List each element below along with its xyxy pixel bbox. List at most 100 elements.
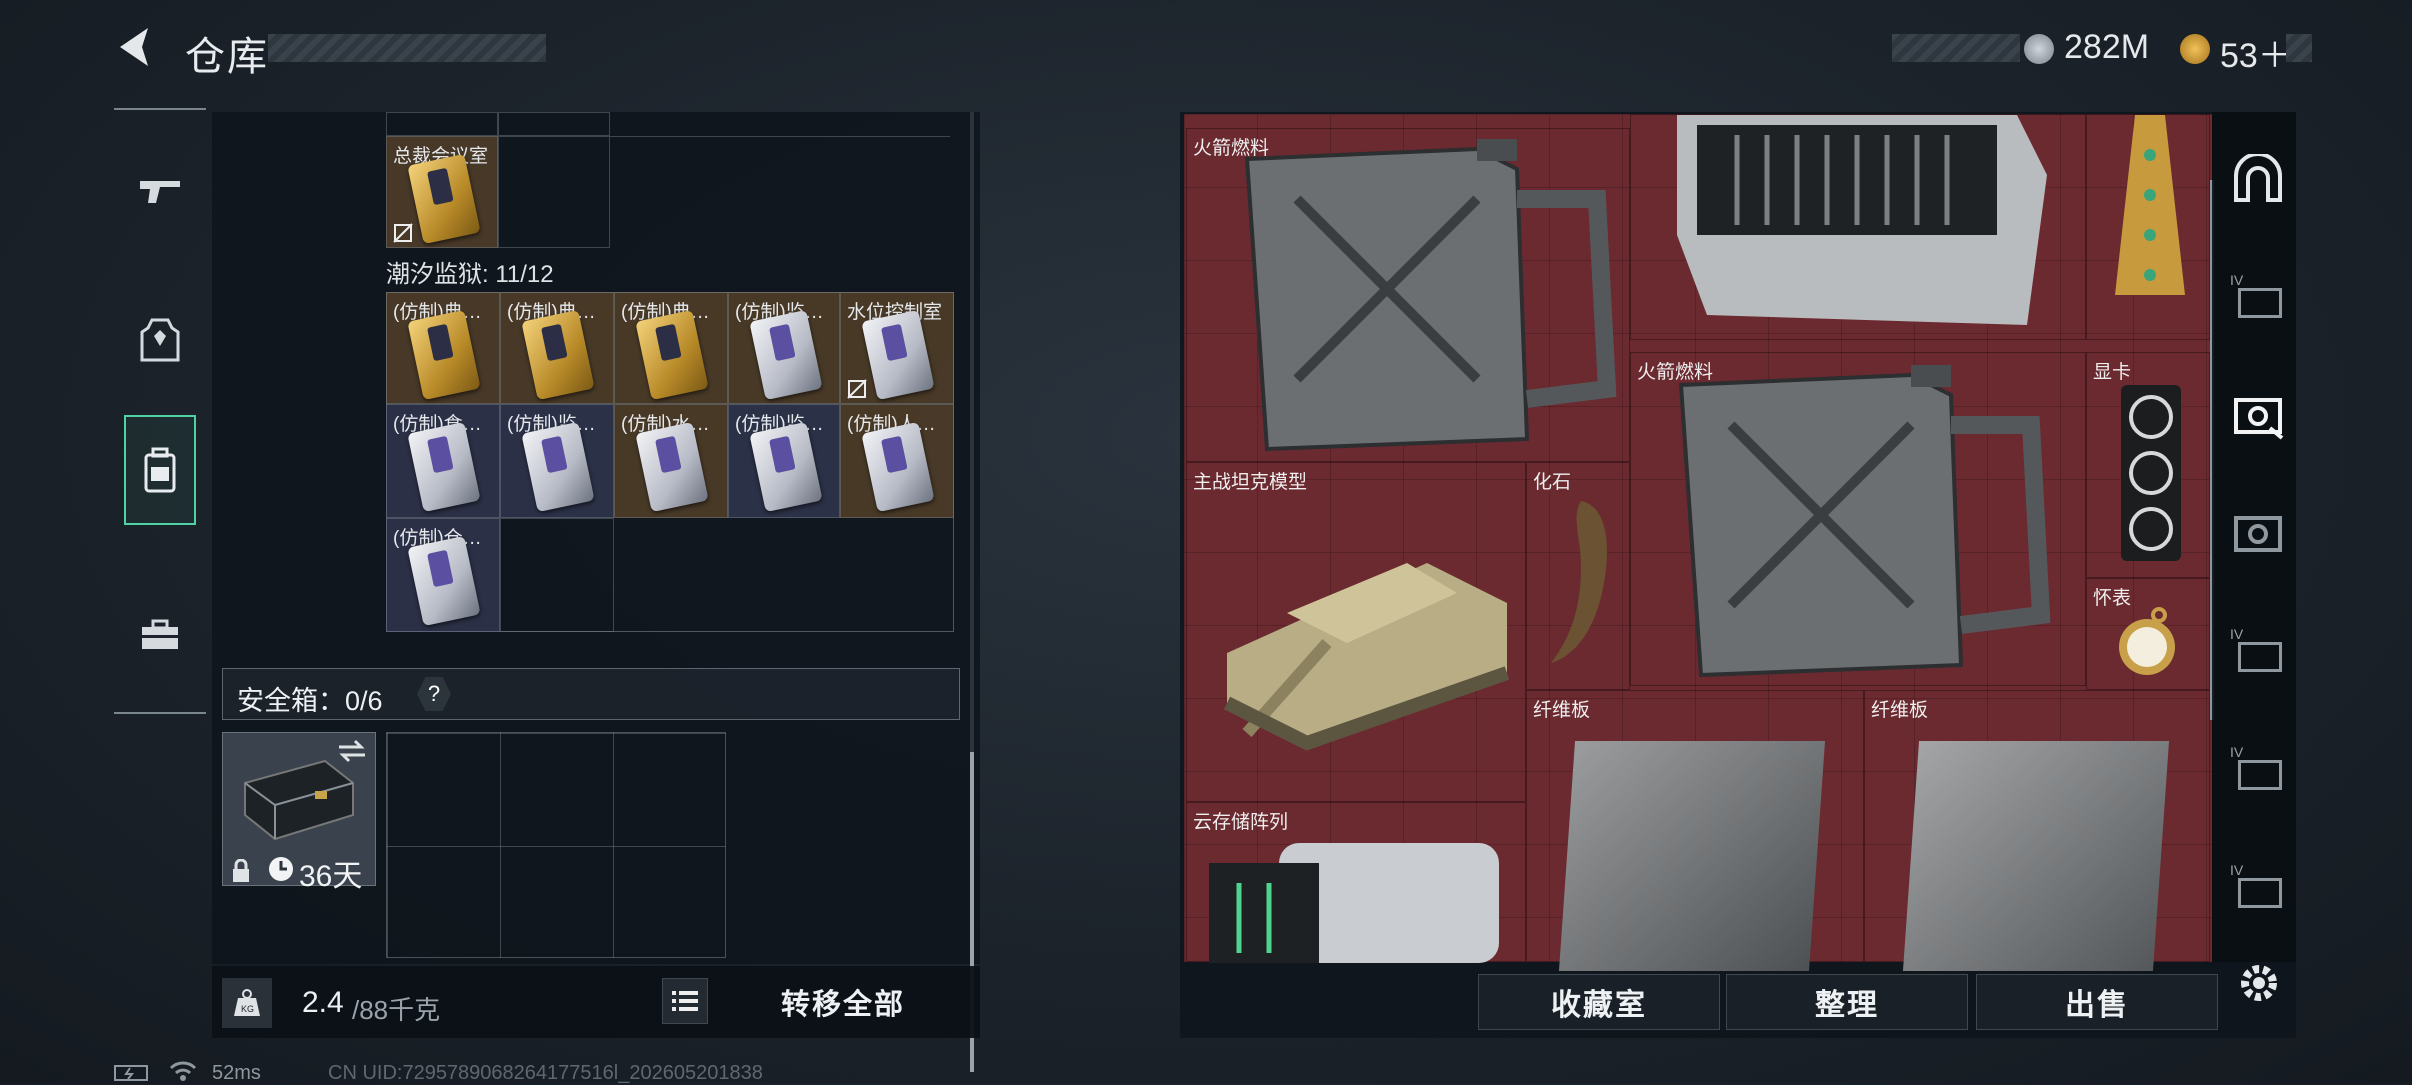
stash-item[interactable]: (仿制)食… — [386, 404, 500, 518]
stash-item[interactable]: (仿制)仓… — [386, 518, 500, 632]
empty-slot[interactable] — [498, 136, 610, 248]
transfer-all-button[interactable]: 转移全部 — [728, 982, 958, 1022]
stash-item-tank-model[interactable]: 主战坦克模型 — [1186, 462, 1526, 802]
ping-text: 52ms — [212, 1062, 261, 1084]
stash-item-meeting-room[interactable]: 总裁会议室 — [386, 136, 498, 248]
rail-backpack-tab[interactable] — [124, 415, 196, 525]
stash-tab-iv-3[interactable]: IV — [2222, 714, 2294, 824]
stash-item-server[interactable] — [1630, 114, 2086, 340]
sell-button[interactable]: 出售 — [1976, 974, 2218, 1030]
stash-tab-iv-2[interactable]: IV — [2222, 596, 2294, 706]
safebox-header: 安全箱：0/6 ? — [222, 668, 960, 720]
stash-tab-main[interactable] — [2222, 124, 2294, 234]
rail-bottom-line — [114, 712, 206, 714]
safebox-item[interactable]: 36天 — [222, 732, 376, 893]
stash-item[interactable]: (仿制)典… — [500, 292, 614, 404]
backpack-scrollbar[interactable] — [970, 112, 974, 1072]
stash-item-pocket-watch[interactable]: 怀表 — [2086, 578, 2210, 690]
empty-slot[interactable] — [500, 518, 614, 632]
no-insure-icon — [847, 379, 867, 399]
item-name: 主战坦克模型 — [1193, 472, 1308, 493]
fuel-can-icon — [1244, 139, 1617, 452]
gun-icon — [140, 181, 180, 203]
tank-icon — [1223, 563, 1510, 751]
stash-item[interactable]: (仿制)典… — [386, 292, 500, 404]
case-gear-icon — [2234, 398, 2284, 440]
backpack-icon — [144, 447, 176, 493]
weight-max: /88千克 — [352, 995, 441, 1025]
toolbox-icon — [142, 619, 178, 649]
stash-item[interactable]: (仿制)监… — [500, 404, 614, 518]
item-name: 显卡 — [2093, 362, 2132, 383]
wifi-icon — [169, 1061, 197, 1081]
currency-silver-value: 282M — [2064, 28, 2150, 66]
rail-weapon-tab[interactable] — [124, 135, 196, 245]
item-name: 云存储阵列 — [1193, 812, 1289, 833]
stash-item[interactable]: 水位控制室 — [840, 292, 954, 404]
stash-item[interactable]: (仿制)监… — [728, 404, 840, 518]
partial-row-divider — [610, 112, 950, 137]
group-label: 潮汐监狱: 11/12 — [386, 261, 554, 288]
fiberboard-icon — [1902, 741, 2170, 971]
stash-item-storage-array[interactable]: 云存储阵列 — [1186, 802, 1526, 963]
back-arrow-icon[interactable] — [112, 24, 158, 70]
stash-item-rocket-fuel[interactable]: 火箭燃料 — [1630, 352, 2086, 686]
tab-mark: IV — [2230, 272, 2244, 288]
fossil-claw-icon — [1551, 501, 1607, 663]
list-view-button[interactable] — [662, 978, 708, 1024]
stash-item-fiberboard[interactable]: 纤维板 — [1864, 690, 2210, 971]
crown-icon — [2115, 115, 2185, 295]
case-icon: IV — [2230, 744, 2286, 794]
stash-item-rocket-fuel[interactable]: 火箭燃料 — [1186, 128, 1630, 462]
storage-array-icon — [1209, 843, 1499, 963]
item-name: 纤维板 — [1533, 700, 1591, 721]
stash-item[interactable]: (仿制)监… — [728, 292, 840, 404]
rail-toolbox-tab[interactable] — [124, 580, 196, 690]
lock-icon — [233, 859, 249, 882]
partial-slot[interactable] — [386, 112, 498, 136]
stash-item[interactable]: (仿制)典… — [614, 292, 728, 404]
server-rack-icon — [1677, 115, 2047, 325]
armor-icon — [140, 318, 180, 362]
svg-text:KG: KG — [241, 1004, 254, 1014]
stash-item-crown[interactable] — [2086, 114, 2210, 340]
stash-item[interactable]: (仿制)水… — [614, 404, 728, 518]
settings-gear-icon[interactable] — [2234, 958, 2284, 1008]
clock-icon — [269, 857, 293, 881]
partial-slot[interactable] — [498, 112, 610, 136]
case-icon: IV — [2230, 626, 2286, 676]
rail-top-line — [114, 108, 206, 110]
collection-room-button[interactable]: 收藏室 — [1478, 974, 1720, 1030]
fuel-can-icon — [1678, 365, 2051, 678]
stash-tab-case-2[interactable] — [2222, 478, 2294, 588]
no-insure-icon — [393, 223, 413, 243]
help-icon[interactable]: ? — [417, 677, 451, 711]
safebox-days: 36天 — [299, 860, 363, 893]
page-title: 仓库 — [185, 35, 269, 79]
item-name: 纤维板 — [1871, 700, 1929, 721]
organize-button[interactable]: 整理 — [1726, 974, 1968, 1030]
battery-icon — [114, 1065, 148, 1081]
stash-item-fiberboard[interactable]: 纤维板 — [1526, 690, 1864, 971]
currency-decoration — [1892, 34, 2020, 62]
uid-text: CN UID:7295789068264177516l_202605201838 — [328, 1062, 763, 1084]
rail-armor-tab[interactable] — [124, 285, 196, 395]
stash-item[interactable]: (仿制)人… — [840, 404, 954, 518]
currency-gold-value[interactable]: 53＋ — [2220, 28, 2292, 77]
stash-tab-active[interactable] — [2222, 360, 2294, 470]
safebox-grid[interactable] — [386, 732, 726, 958]
list-icon — [672, 991, 698, 1011]
gpu-icon — [2121, 385, 2181, 561]
stash-item-gpu[interactable]: 显卡 — [2086, 352, 2210, 578]
weight-icon: KG — [222, 978, 272, 1028]
tab-mark: IV — [2230, 744, 2244, 760]
fiberboard-icon — [1558, 741, 1826, 971]
title-decoration — [268, 34, 546, 62]
safebox-label: 安全箱：0/6 — [237, 686, 383, 716]
stash-tab-iv-1[interactable]: IV — [2222, 242, 2294, 352]
stash-tab-iv-4[interactable]: IV — [2222, 832, 2294, 942]
gold-coin-icon — [2180, 34, 2210, 64]
item-name: 化石 — [1533, 472, 1572, 493]
stash-item-fossil[interactable]: 化石 — [1526, 462, 1630, 690]
case-icon: IV — [2230, 862, 2286, 912]
